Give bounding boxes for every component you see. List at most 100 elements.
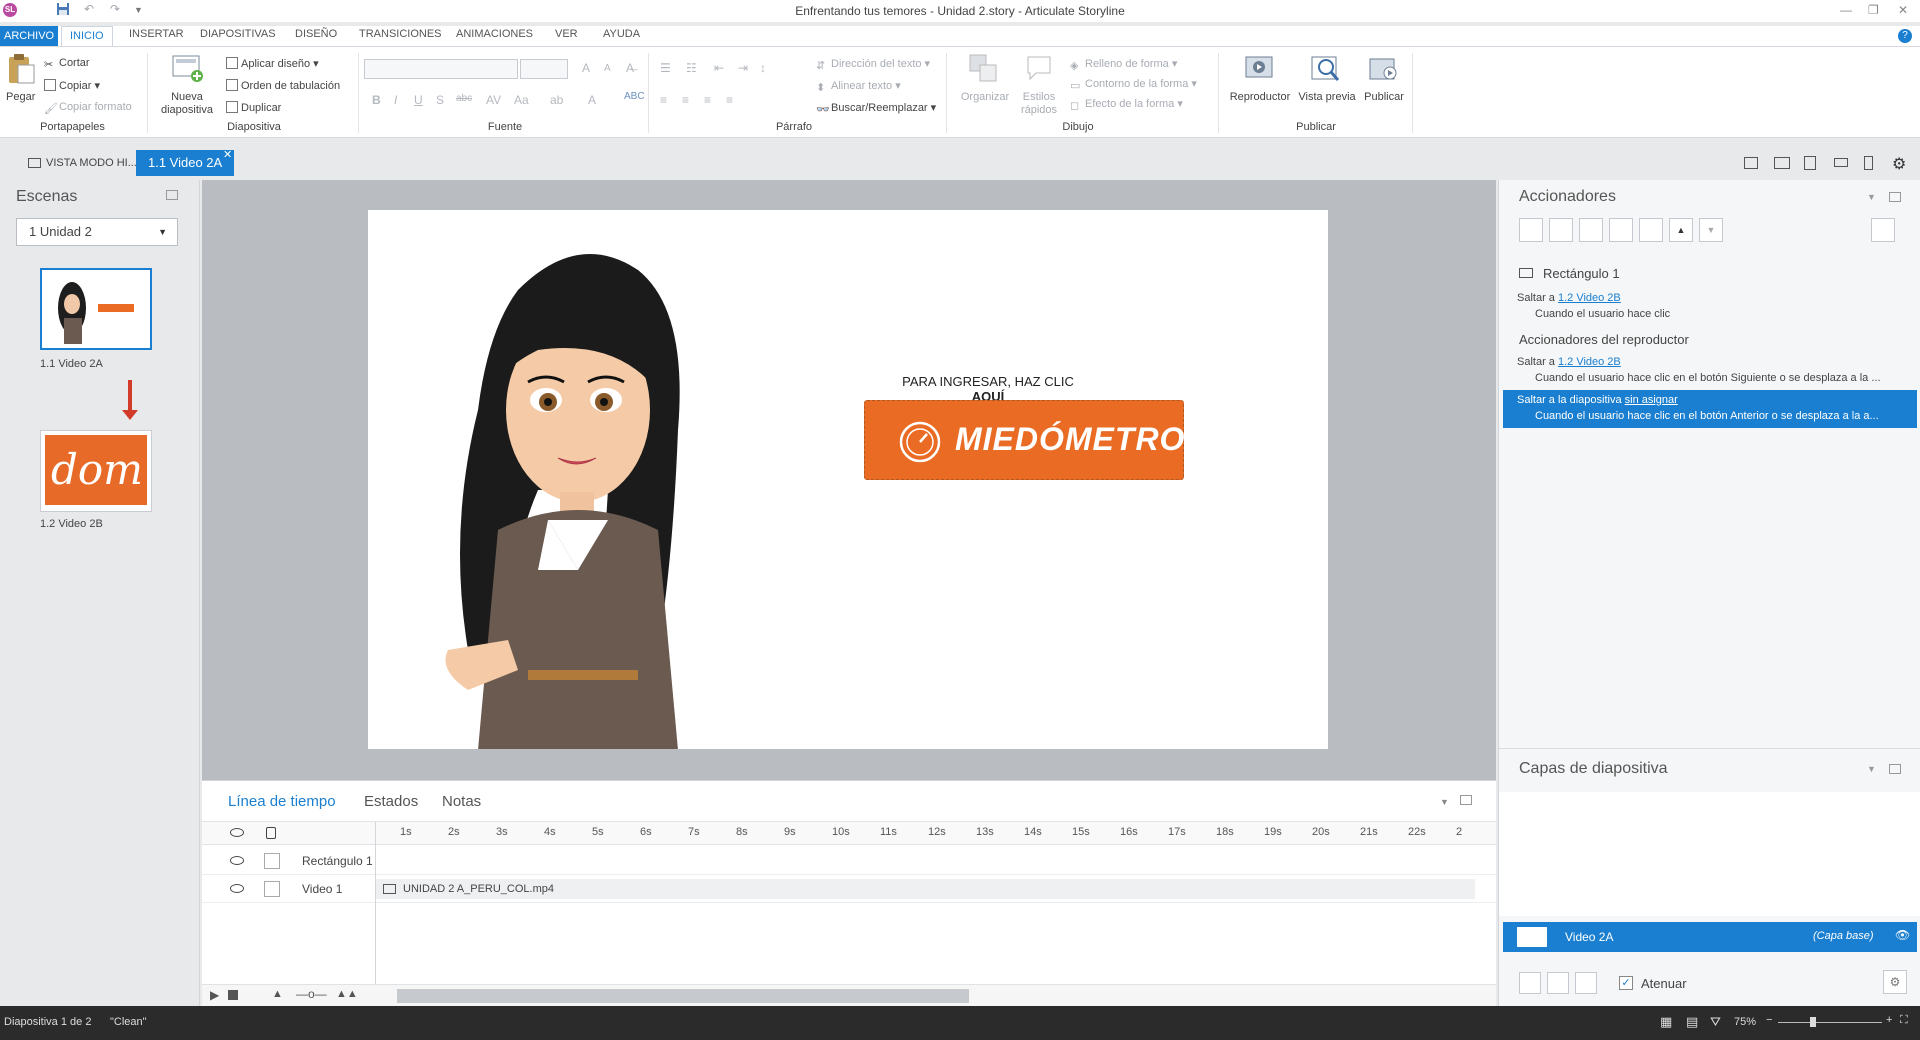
tab-story-view[interactable]: VISTA MODO HI...	[18, 150, 137, 176]
font-size-select[interactable]	[520, 59, 568, 79]
panel-float-icon[interactable]	[1889, 764, 1901, 774]
shrink-font-icon[interactable]: A	[604, 63, 611, 74]
italic-icon[interactable]: I	[394, 93, 397, 107]
close-tab-icon[interactable]: ✕	[223, 142, 232, 168]
tab-slide-video-2a[interactable]: 1.1 Video 2A ✕	[136, 149, 235, 176]
panel-float-icon[interactable]	[1460, 795, 1472, 805]
zoom-in-icon[interactable]: +	[1886, 1014, 1892, 1026]
paste-trigger-icon[interactable]	[1609, 218, 1633, 242]
chevron-down-icon[interactable]: ▼	[1867, 764, 1876, 774]
shape-effect-button[interactable]: ◻ Efecto de la forma ▾	[1070, 97, 1183, 112]
duplicate-button[interactable]: Duplicar	[226, 101, 281, 114]
eye-icon[interactable]	[230, 828, 244, 837]
tab-archivo[interactable]: ARCHIVO	[0, 26, 59, 46]
tab-transiciones[interactable]: TRANSICIONES	[359, 28, 442, 40]
scene-select[interactable]: 1 Unidad 2 ▼	[16, 218, 178, 246]
justify-icon[interactable]: ≡	[726, 93, 733, 107]
underline-icon[interactable]: U	[414, 93, 423, 107]
player-button[interactable]: Reproductor	[1226, 91, 1294, 103]
align-text-button[interactable]: ⬍ Alinear texto ▾	[816, 79, 901, 94]
cut-button[interactable]: ✂ Cortar	[44, 57, 90, 71]
tablet-landscape-icon[interactable]	[1774, 157, 1790, 169]
align-center-icon[interactable]: ≡	[682, 93, 689, 107]
normal-view-icon[interactable]: ▦	[1660, 1014, 1672, 1030]
bold-icon[interactable]: B	[372, 93, 381, 107]
font-family-select[interactable]	[364, 59, 518, 79]
shadow-icon[interactable]: S	[436, 93, 444, 107]
find-replace-button[interactable]: 👓Buscar/Reemplazar ▾	[816, 101, 936, 116]
delete-trigger-icon[interactable]	[1639, 218, 1663, 242]
eye-icon[interactable]	[230, 856, 244, 865]
play-icon[interactable]: ▶	[210, 988, 219, 1002]
collapse-timeline-icon[interactable]: ▼	[1440, 797, 1449, 807]
line-spacing-icon[interactable]: ↕	[760, 61, 766, 75]
clear-format-icon[interactable]: A̶	[626, 61, 634, 75]
trigger-action[interactable]: Saltar a 1.2 Video 2B	[1517, 292, 1621, 304]
tab-animaciones[interactable]: ANIMACIONES	[456, 28, 533, 40]
char-spacing-icon[interactable]: AV	[486, 93, 501, 107]
zoom-slider-icon[interactable]: —o—	[296, 987, 327, 1001]
zoom-out-icon[interactable]: ▲	[272, 988, 283, 1000]
trigger-options-icon[interactable]	[1871, 218, 1895, 242]
new-slide-button[interactable]: Nueva diapositiva	[156, 91, 218, 117]
desktop-view-icon[interactable]	[1744, 157, 1758, 169]
lock-checkbox[interactable]	[264, 853, 280, 869]
filter-icon[interactable]: ⛛	[1710, 1014, 1721, 1030]
new-layer-icon[interactable]	[1519, 972, 1541, 994]
timeline-ruler[interactable]: 1s 2s 3s 4s 5s 6s 7s 8s 9s 10s 11s 12s 13s 14s 15s 16s 1…	[202, 821, 1496, 846]
new-trigger-icon[interactable]	[1519, 218, 1543, 242]
numbering-icon[interactable]: ☷	[686, 61, 697, 75]
grow-font-icon[interactable]: A	[582, 61, 590, 75]
quick-styles-button[interactable]: Estilos rápidos	[1014, 91, 1064, 117]
player-trigger-action[interactable]: Saltar a la diapositiva sin asignar	[1517, 394, 1678, 406]
edit-trigger-icon[interactable]	[1549, 218, 1573, 242]
miedometro-button[interactable]: MIEDÓMETRO	[864, 400, 1184, 480]
close-window-icon[interactable]: ✕	[1898, 3, 1908, 17]
player-trigger-selected[interactable]: Saltar a la diapositiva sin asignar Cuan…	[1503, 390, 1917, 428]
stop-icon[interactable]	[228, 990, 238, 1000]
panel-float-icon[interactable]	[1889, 192, 1901, 202]
delete-layer-icon[interactable]	[1575, 972, 1597, 994]
tab-diseno[interactable]: DISEÑO	[295, 28, 337, 40]
tab-insertar[interactable]: INSERTAR	[129, 28, 184, 40]
move-down-icon[interactable]: ▼	[1699, 218, 1723, 242]
tab-linea-de-tiempo[interactable]: Línea de tiempo	[228, 793, 336, 810]
gear-icon[interactable]: ⚙	[1892, 154, 1906, 174]
text-direction-button[interactable]: ⇵ Dirección del texto ▾	[816, 57, 930, 72]
format-painter-button[interactable]: 🖌Copiar formato	[44, 101, 132, 115]
tab-order-button[interactable]: Orden de tabulación	[226, 79, 340, 92]
minimize-icon[interactable]: —	[1840, 3, 1852, 17]
horizontal-scrollbar[interactable]	[397, 989, 969, 1003]
copy-button[interactable]: Copiar ▾	[44, 79, 100, 92]
font-color-icon[interactable]: A	[588, 93, 596, 107]
layer-settings-icon[interactable]: ⚙	[1883, 970, 1907, 994]
tab-notas[interactable]: Notas	[442, 793, 481, 810]
video-clip-bar[interactable]: UNIDAD 2 A_PERU_COL.mp4	[375, 879, 1475, 899]
slide-canvas[interactable]: PARA INGRESAR, HAZ CLIC AQUÍ MIEDÓMETRO	[368, 210, 1328, 749]
increase-indent-icon[interactable]: ⇥	[738, 61, 748, 75]
apply-layout-button[interactable]: Aplicar diseño ▾	[226, 57, 319, 70]
phone-landscape-icon[interactable]	[1834, 158, 1848, 167]
tab-inicio[interactable]: INICIO	[61, 26, 113, 47]
zoom-slider[interactable]	[1778, 1022, 1882, 1023]
eye-icon[interactable]	[230, 884, 244, 893]
panel-float-icon[interactable]	[166, 190, 178, 200]
paste-button[interactable]: Pegar	[6, 91, 35, 103]
lock-checkbox[interactable]	[264, 881, 280, 897]
player-trigger-action[interactable]: Saltar a 1.2 Video 2B	[1517, 356, 1621, 368]
shape-fill-button[interactable]: ◈ Relleno de forma ▾	[1070, 57, 1177, 72]
slide-thumbnail-1-2[interactable]: dom	[40, 430, 152, 512]
restore-icon[interactable]: ❐	[1868, 3, 1879, 17]
highlight-icon[interactable]: ab	[550, 93, 563, 107]
zoom-out-icon[interactable]: −	[1766, 1014, 1772, 1026]
chevron-down-icon[interactable]: ▼	[1867, 192, 1876, 202]
copy-trigger-icon[interactable]	[1579, 218, 1603, 242]
slide-thumbnail-1-1[interactable]	[40, 268, 152, 350]
phone-portrait-icon[interactable]	[1864, 156, 1873, 170]
preview-button[interactable]: Vista previa	[1296, 91, 1358, 103]
move-up-icon[interactable]: ▲	[1669, 218, 1693, 242]
spellcheck-icon[interactable]: ABC	[624, 91, 645, 102]
dim-checkbox[interactable]: ✓	[1619, 976, 1633, 990]
zoom-in-icon[interactable]: ▲▲	[336, 988, 358, 1000]
timeline-row-rectangulo[interactable]: Rectángulo 1	[202, 847, 1496, 875]
